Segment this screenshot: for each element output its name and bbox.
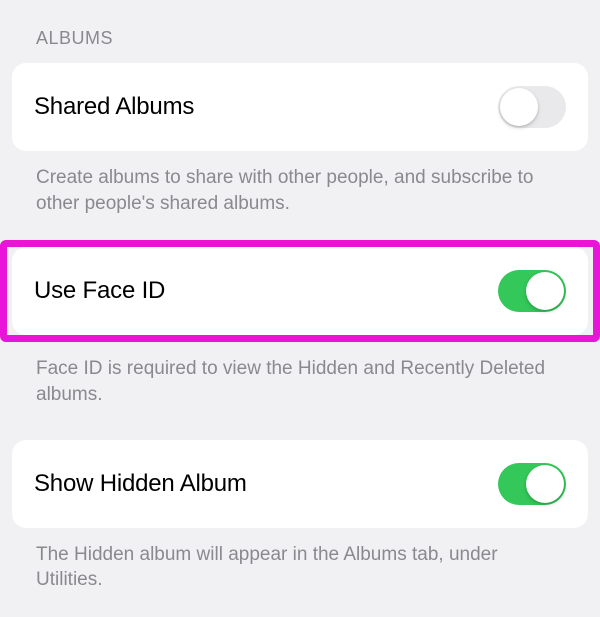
- show-hidden-album-toggle[interactable]: [498, 463, 566, 505]
- highlight-annotation: Use Face ID: [0, 240, 600, 342]
- use-face-id-row[interactable]: Use Face ID: [12, 247, 588, 335]
- shared-albums-description: Create albums to share with other people…: [12, 151, 588, 240]
- use-face-id-toggle[interactable]: [498, 270, 566, 312]
- shared-albums-toggle[interactable]: [498, 86, 566, 128]
- section-header-albums: ALBUMS: [12, 0, 588, 63]
- show-hidden-album-label: Show Hidden Album: [34, 470, 247, 498]
- toggle-knob: [526, 465, 564, 503]
- toggle-knob: [526, 272, 564, 310]
- use-face-id-description: Face ID is required to view the Hidden a…: [12, 342, 588, 431]
- use-face-id-label: Use Face ID: [34, 277, 165, 305]
- show-hidden-album-row[interactable]: Show Hidden Album: [12, 440, 588, 528]
- shared-albums-label: Shared Albums: [34, 93, 194, 121]
- shared-albums-row[interactable]: Shared Albums: [12, 63, 588, 151]
- show-hidden-album-description: The Hidden album will appear in the Albu…: [12, 528, 588, 617]
- toggle-knob: [500, 88, 538, 126]
